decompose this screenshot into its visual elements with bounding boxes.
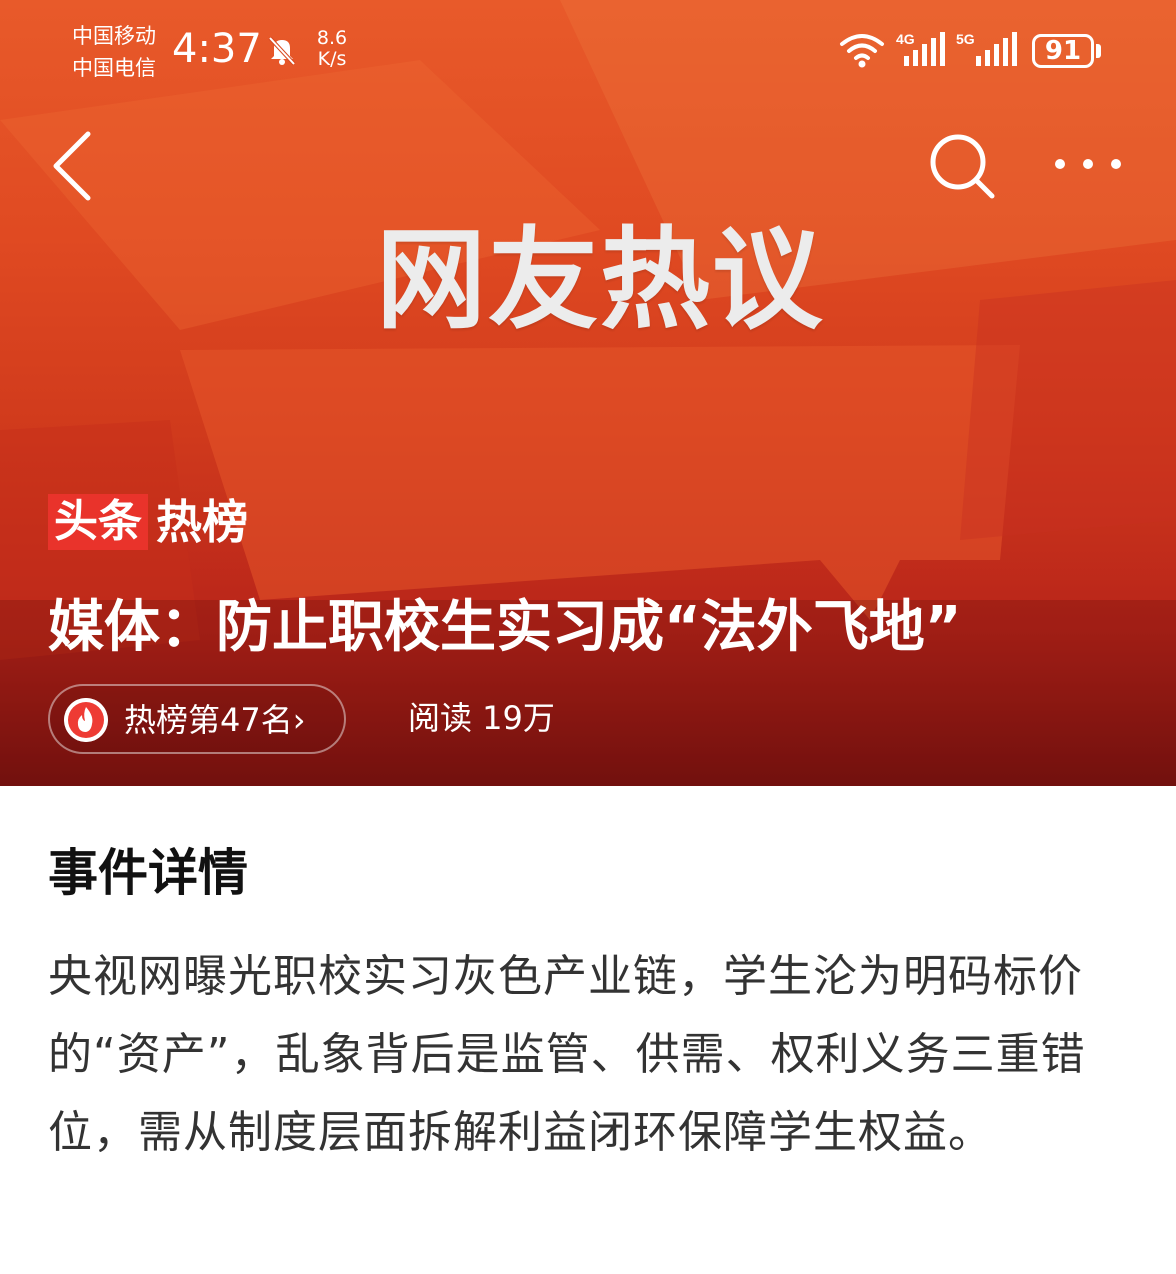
read-count: 阅读 19万 [408,699,555,737]
bell-muted-icon [268,36,296,66]
hero-header: 中国移动 中国电信 4:37 8.6 K/s 4G 5G 91 网友热议 头条 … [0,0,1176,786]
signal-4g-icon: 4G [896,31,945,66]
brand-logo-box: 头条 [48,494,148,550]
clock: 4:37 [172,26,262,72]
status-bar: 中国移动 中国电信 4:37 8.6 K/s 4G 5G 91 [0,0,1176,96]
background-decoration [0,0,1176,786]
battery-icon: 91 [1032,34,1094,68]
signal-5g-label: 5G [956,31,975,47]
hero-banner-text: 网友热议 [376,216,824,344]
section-title: 事件详情 [48,844,248,902]
search-icon[interactable] [926,130,998,202]
flame-icon [64,698,108,742]
chevron-left-icon[interactable] [48,128,100,204]
speed-unit: K/s [317,48,347,70]
brand-logo-hot: 热榜 [156,495,248,549]
page-title: 媒体：防止职校生实习成“法外飞地” [48,595,962,660]
hot-rank-button[interactable]: 热榜第47名› [48,684,346,754]
battery-level: 91 [1044,36,1082,66]
more-dots-icon[interactable] [1050,140,1126,188]
speed-value: 8.6 [316,27,348,49]
chevron-right-icon: › [292,701,306,739]
carrier-1: 中国移动 [72,24,156,48]
wifi-icon [840,34,884,68]
carrier-labels: 中国移动 中国电信 [72,20,156,84]
hot-rank-label: 热榜第47名› [124,698,306,742]
signal-5g-icon: 5G [956,31,1017,66]
carrier-2: 中国电信 [72,56,156,80]
signal-4g-label: 4G [896,31,915,47]
event-summary: 央视网曝光职校实习灰色产业链，学生沦为明码标价的“资产”，乱象背后是监管、供需、… [48,951,1086,1158]
battery-tip [1096,44,1101,58]
hot-rank-text: 热榜第47名 [124,701,293,739]
network-speed: 8.6 K/s [312,28,352,70]
